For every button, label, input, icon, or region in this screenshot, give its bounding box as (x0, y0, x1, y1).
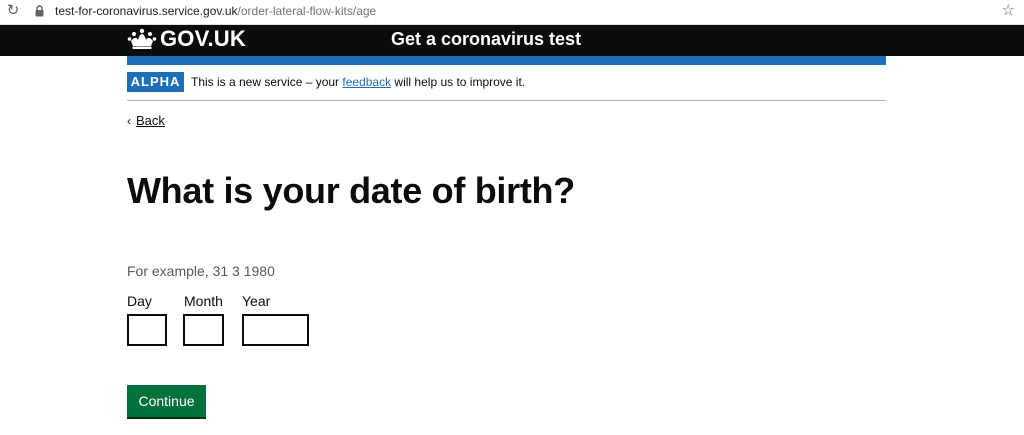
phase-text-after: will help us to improve it. (391, 75, 526, 89)
month-label: Month (184, 293, 223, 309)
day-label: Day (127, 293, 152, 309)
reload-icon[interactable]: ↻ (5, 2, 21, 20)
chevron-left-icon: ‹ (127, 114, 131, 128)
phase-banner-text: This is a new service – your feedback wi… (191, 75, 525, 89)
govuk-wordmark[interactable]: GOV.UK (160, 26, 246, 52)
browser-address-bar: ↻ test-for-coronavirus.service.gov.uk/or… (0, 0, 1024, 25)
crown-icon[interactable] (127, 28, 157, 50)
continue-button[interactable]: Continue (127, 385, 206, 417)
govuk-header: GOV.UK Get a coronavirus test (0, 25, 1024, 56)
back-link[interactable]: ‹ Back (127, 113, 165, 129)
phase-text-before: This is a new service – your (191, 75, 343, 89)
phase-banner: ALPHA This is a new service – your feedb… (127, 72, 886, 101)
day-input[interactable] (127, 314, 167, 346)
header-blue-stripe (127, 56, 886, 65)
address-url[interactable]: test-for-coronavirus.service.gov.uk/orde… (55, 4, 376, 18)
back-link-label: Back (136, 113, 165, 128)
alpha-tag: ALPHA (127, 72, 184, 92)
service-name[interactable]: Get a coronavirus test (391, 28, 581, 50)
month-input[interactable] (183, 314, 224, 346)
feedback-link[interactable]: feedback (342, 75, 391, 89)
year-input[interactable] (242, 314, 309, 346)
url-host: test-for-coronavirus.service.gov.uk (55, 4, 238, 18)
star-icon[interactable]: ☆ (1002, 2, 1015, 20)
page-title: What is your date of birth? (127, 170, 575, 211)
year-label: Year (242, 293, 271, 309)
url-path: /order-lateral-flow-kits/age (237, 4, 377, 18)
date-hint: For example, 31 3 1980 (127, 263, 275, 279)
lock-icon[interactable] (35, 5, 44, 17)
